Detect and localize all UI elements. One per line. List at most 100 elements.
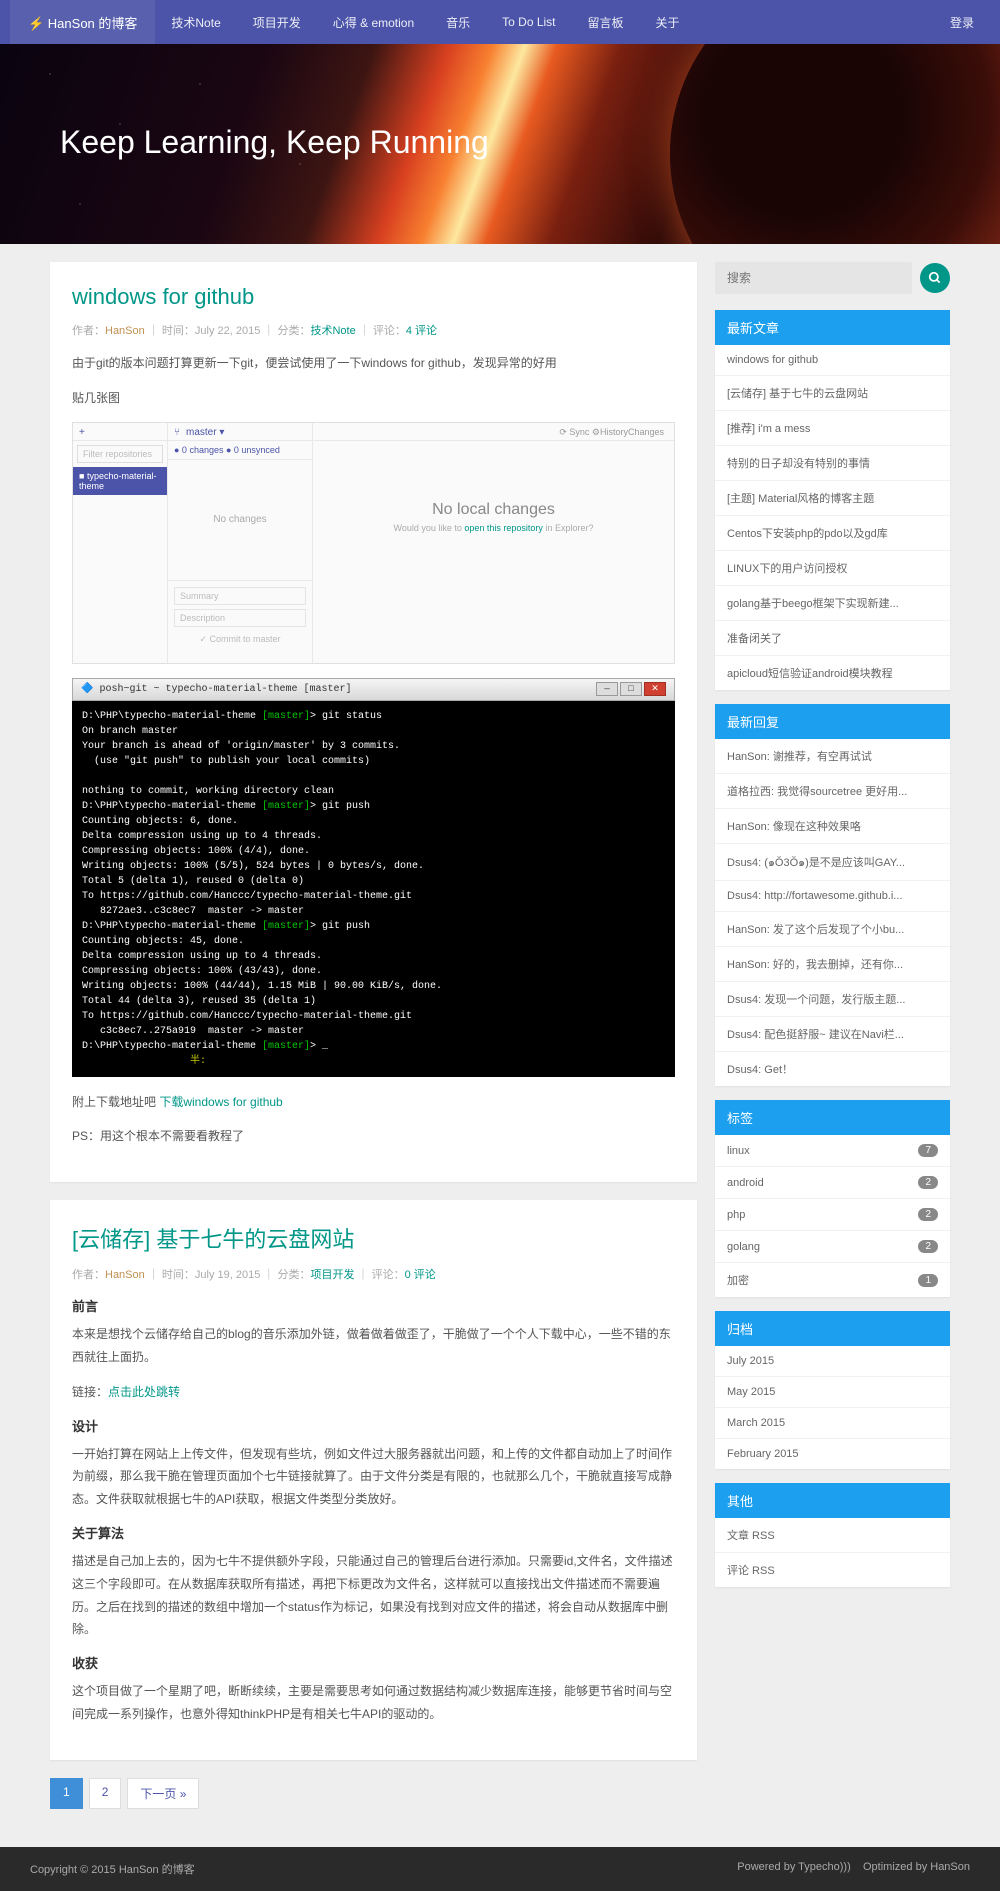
post-heading: 关于算法 [72, 1523, 675, 1542]
list-item[interactable]: HanSon: 像现在这种效果咯 [715, 809, 950, 844]
list-item[interactable]: May 2015 [715, 1377, 950, 1408]
nav-project[interactable]: 项目开发 [237, 0, 317, 44]
post-title[interactable]: [云储存] 基于七牛的云盘网站 [72, 1222, 675, 1254]
post-meta: 作者：HanSon ｜ 时间：July 19, 2015 ｜ 分类：项目开发 ｜… [72, 1266, 675, 1282]
list-item[interactable]: apicloud短信验证android模块教程 [715, 656, 950, 690]
widget-title: 其他 [715, 1483, 950, 1518]
search-input[interactable] [715, 262, 912, 294]
gh-add-icon: + [73, 423, 167, 441]
nav-todo[interactable]: To Do List [486, 0, 571, 44]
widget-tags: 标签 linux7android2php2golang2加密1 [715, 1100, 950, 1297]
list-item[interactable]: android2 [715, 1167, 950, 1199]
page-2[interactable]: 2 [89, 1778, 122, 1809]
list-item[interactable]: php2 [715, 1199, 950, 1231]
list-item[interactable]: March 2015 [715, 1408, 950, 1439]
list-item[interactable]: Dsus4: http://fortawesome.github.i... [715, 881, 950, 912]
widget-recent-posts: 最新文章 windows for github[云储存] 基于七牛的云盘网站[推… [715, 310, 950, 690]
footer-copyright: Copyright © 2015 HanSon 的博客 [30, 1861, 195, 1877]
nav-emotion[interactable]: 心得 & emotion [317, 0, 430, 44]
widget-title: 归档 [715, 1311, 950, 1346]
widget-other: 其他 文章 RSS评论 RSS [715, 1483, 950, 1587]
post-text: PS：用这个根本不需要看教程了 [72, 1125, 675, 1148]
jump-link[interactable]: 点击此处跳转 [108, 1385, 180, 1399]
post-heading: 设计 [72, 1416, 675, 1435]
list-item[interactable]: 道格拉西: 我觉得sourcetree 更好用... [715, 774, 950, 809]
post-text: 描述是自己加上去的，因为七牛不提供额外字段，只能通过自己的管理后台进行添加。只需… [72, 1550, 675, 1641]
post-category[interactable]: 技术Note [310, 325, 355, 337]
nav-guestbook[interactable]: 留言板 [572, 0, 640, 44]
post-date: July 19, 2015 [195, 1269, 260, 1281]
post-heading: 前言 [72, 1296, 675, 1315]
post-date: July 22, 2015 [195, 325, 260, 337]
nav-music[interactable]: 音乐 [430, 0, 486, 44]
post-text: 这个项目做了一个星期了吧，断断续续，主要是需要思考如何通过数据结构减少数据库连接… [72, 1680, 675, 1726]
widget-recent-comments: 最新回复 HanSon: 谢推荐，有空再试试道格拉西: 我觉得sourcetre… [715, 704, 950, 1086]
gh-summary: Summary [174, 587, 306, 605]
widget-title: 最新回复 [715, 704, 950, 739]
post-heading: 收获 [72, 1653, 675, 1672]
widget-title: 最新文章 [715, 310, 950, 345]
search-button[interactable] [920, 263, 950, 293]
page-next[interactable]: 下一页 » [127, 1778, 199, 1809]
navbar: ⚡ HanSon 的博客 技术Note 项目开发 心得 & emotion 音乐… [0, 0, 1000, 44]
list-item[interactable]: golang基于beego框架下实现新建... [715, 586, 950, 621]
sidebar: 最新文章 windows for github[云储存] 基于七牛的云盘网站[推… [715, 262, 950, 1829]
github-window-screenshot: + Filter repositories ■ typecho-material… [72, 422, 675, 664]
post-author[interactable]: HanSon [105, 325, 145, 337]
gh-commit: ✓ Commit to master [174, 631, 306, 648]
list-item[interactable]: Centos下安装php的pdo以及gd库 [715, 516, 950, 551]
list-item[interactable]: [主题] Material风格的博客主题 [715, 481, 950, 516]
gh-filter: Filter repositories [77, 445, 163, 463]
list-item[interactable]: 文章 RSS [715, 1518, 950, 1553]
list-item[interactable]: 评论 RSS [715, 1553, 950, 1587]
gh-changes-bar: ● 0 changes ● 0 unsynced [168, 441, 312, 460]
brand[interactable]: ⚡ HanSon 的博客 [10, 0, 155, 44]
post-card: windows for github 作者：HanSon ｜ 时间：July 2… [50, 262, 697, 1182]
post-text: 附上下载地址吧 下载windows for github [72, 1091, 675, 1114]
page-1[interactable]: 1 [50, 1778, 83, 1809]
list-item[interactable]: 加密1 [715, 1263, 950, 1297]
terminal-screenshot: 🔷 posh~git ~ typecho-material-theme [mas… [72, 678, 675, 1077]
gh-nolocal: No local changes [333, 501, 654, 519]
list-item[interactable]: golang2 [715, 1231, 950, 1263]
list-item[interactable]: HanSon: 谢推荐，有空再试试 [715, 739, 950, 774]
post-category[interactable]: 项目开发 [310, 1269, 354, 1281]
hero-title: Keep Learning, Keep Running [0, 44, 1000, 161]
download-link[interactable]: 下载windows for github [159, 1095, 282, 1109]
footer: Copyright © 2015 HanSon 的博客 Powered by T… [0, 1847, 1000, 1891]
list-item[interactable]: Dsus4: 发现一个问题，发行版主题... [715, 982, 950, 1017]
list-item[interactable]: [推荐] i'm a mess [715, 411, 950, 446]
widget-title: 标签 [715, 1100, 950, 1135]
list-item[interactable]: HanSon: 发了这个后发现了个小bu... [715, 912, 950, 947]
list-item[interactable]: 准备闭关了 [715, 621, 950, 656]
gh-nolocal-sub: Would you like to open this repository i… [333, 523, 654, 533]
nav-about[interactable]: 关于 [640, 0, 696, 44]
hero-banner: Keep Learning, Keep Running [0, 44, 1000, 244]
footer-powered: Powered by Typecho))) [737, 1861, 851, 1873]
widget-archive: 归档 July 2015May 2015March 2015February 2… [715, 1311, 950, 1469]
post-comments[interactable]: 4 评论 [406, 325, 437, 337]
login-link[interactable]: 登录 [934, 14, 990, 31]
post-card: [云储存] 基于七牛的云盘网站 作者：HanSon ｜ 时间：July 19, … [50, 1200, 697, 1760]
main-column: windows for github 作者：HanSon ｜ 时间：July 2… [50, 262, 697, 1829]
list-item[interactable]: LINUX下的用户访问授权 [715, 551, 950, 586]
post-text: 一开始打算在网站上上传文件，但发现有些坑，例如文件过大服务器就出问题，和上传的文… [72, 1443, 675, 1511]
list-item[interactable]: Dsus4: 配色挺舒服~ 建议在Navi栏... [715, 1017, 950, 1052]
list-item[interactable]: [云储存] 基于七牛的云盘网站 [715, 376, 950, 411]
pagination: 1 2 下一页 » [50, 1778, 697, 1809]
list-item[interactable]: July 2015 [715, 1346, 950, 1377]
post-text: 由于git的版本问题打算更新一下git，便尝试使用了一下windows for … [72, 352, 675, 375]
post-text: 本来是想找个云储存给自己的blog的音乐添加外链，做着做着做歪了，干脆做了一个个… [72, 1323, 675, 1369]
post-meta: 作者：HanSon ｜ 时间：July 22, 2015 ｜ 分类：技术Note… [72, 322, 675, 338]
nav-tech[interactable]: 技术Note [155, 0, 236, 44]
list-item[interactable]: linux7 [715, 1135, 950, 1167]
list-item[interactable]: February 2015 [715, 1439, 950, 1469]
list-item[interactable]: HanSon: 好的，我去删掉，还有你... [715, 947, 950, 982]
list-item[interactable]: windows for github [715, 345, 950, 376]
post-comments[interactable]: 0 评论 [405, 1269, 436, 1281]
list-item[interactable]: Dsus4: (๑Ŏ3Ŏ๑)是不是应该叫GAY... [715, 844, 950, 881]
list-item[interactable]: 特别的日子却没有特别的事情 [715, 446, 950, 481]
post-title[interactable]: windows for github [72, 284, 675, 310]
list-item[interactable]: Dsus4: Get！ [715, 1052, 950, 1086]
post-author[interactable]: HanSon [105, 1269, 145, 1281]
